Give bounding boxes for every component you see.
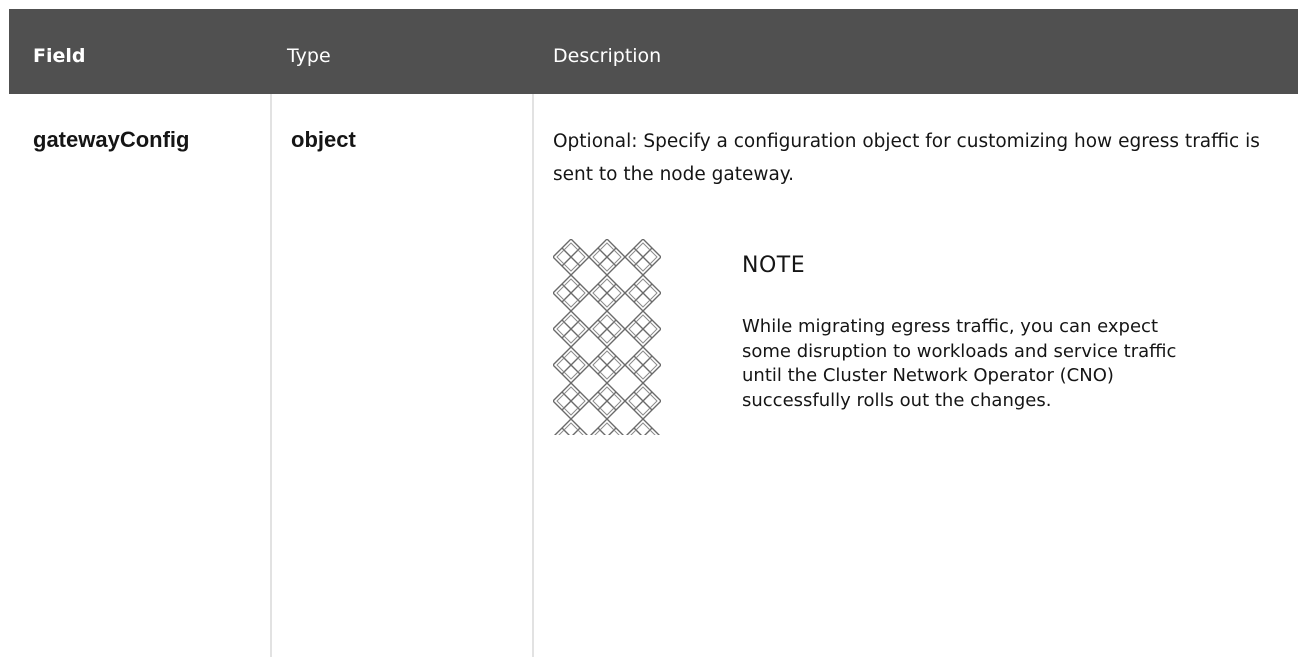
note-pattern-icon — [553, 239, 661, 435]
column-divider — [532, 94, 534, 657]
note-title: NOTE — [742, 253, 806, 278]
header-description: Description — [553, 45, 662, 67]
note-text: While migrating egress traffic, you can … — [742, 316, 1177, 411]
field-name: gatewayConfig — [33, 127, 190, 152]
table-header: Field Type Description — [9, 9, 1298, 94]
field-description: Optional: Specify a configuration object… — [553, 131, 1260, 185]
header-field: Field — [33, 45, 86, 67]
field-type: object — [291, 127, 356, 152]
header-type: Type — [287, 45, 331, 67]
column-divider — [270, 94, 272, 657]
field-table: Field Type Description gatewayConfig obj… — [9, 9, 1298, 657]
